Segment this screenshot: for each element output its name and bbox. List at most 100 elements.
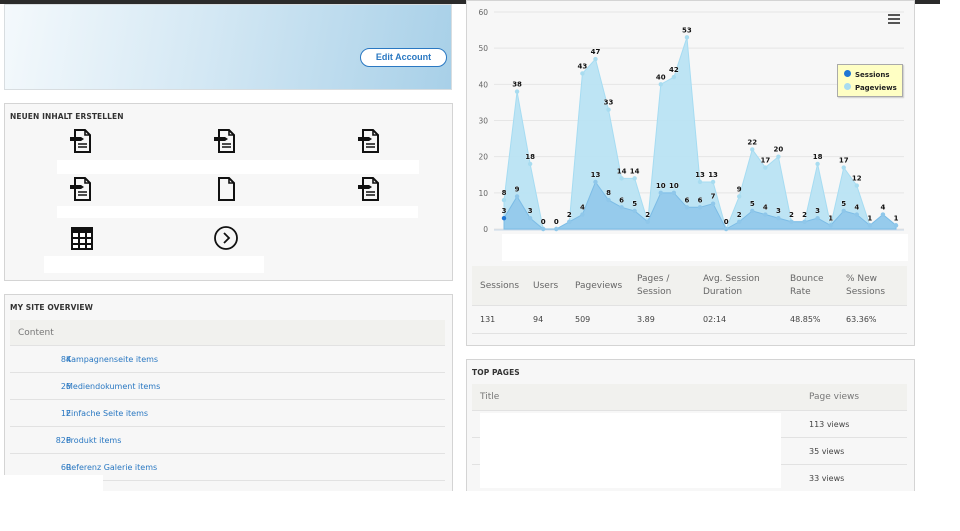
item-link[interactable]: Kampagnenseite items <box>66 346 158 373</box>
sessions-data-label: 1 <box>828 214 833 222</box>
pageviews-data-label: 14 <box>617 167 627 175</box>
legend-sessions[interactable]: Sessions <box>844 70 889 79</box>
sessions-point <box>880 212 886 217</box>
sessions-point <box>684 205 690 210</box>
pageviews-data-label: 13 <box>708 171 718 179</box>
stats-value: 63.36% <box>846 315 877 324</box>
sessions-data-label: 1 <box>894 214 899 222</box>
sessions-point <box>567 219 572 224</box>
table-icon[interactable] <box>69 225 95 251</box>
document-edit-icon[interactable] <box>357 176 383 202</box>
pageviews-point <box>632 176 637 181</box>
document-edit-icon[interactable] <box>69 176 95 202</box>
pageviews-data-label: 18 <box>813 153 823 161</box>
arrow-circle-right-icon[interactable] <box>213 225 239 251</box>
sessions-point <box>658 190 663 196</box>
pageviews-data-label: 47 <box>591 48 601 56</box>
sessions-data-label: 8 <box>606 189 611 197</box>
pageviews-data-label: 53 <box>682 26 692 34</box>
sessions-data-label: 4 <box>880 204 885 212</box>
pageviews-data-label: 22 <box>747 138 757 146</box>
sessions-data-label: 6 <box>698 196 703 204</box>
pageviews-data-label: 20 <box>774 146 784 154</box>
sessions-data-label: 3 <box>502 207 507 215</box>
sessions-data-label: 2 <box>737 211 742 219</box>
sessions-point <box>776 215 781 221</box>
sessions-data-label: 3 <box>815 207 820 215</box>
sessions-point <box>841 208 846 214</box>
sessions-point <box>697 205 703 210</box>
overview-item[interactable]: 12 Einfache Seite items <box>10 400 445 427</box>
sessions-data-label: 4 <box>763 204 768 212</box>
y-tick-label: 40 <box>478 80 488 89</box>
sessions-data-label: 1 <box>867 214 872 222</box>
sessions-data-label: 3 <box>776 207 781 215</box>
legend-pageviews[interactable]: Pageviews <box>844 83 897 92</box>
divider <box>472 333 907 334</box>
stats-value: 509 <box>575 315 591 324</box>
sessions-data-label: 6 <box>619 196 624 204</box>
pageviews-point <box>606 107 611 112</box>
stats-value: 3.89 <box>637 315 655 324</box>
redacted-labels <box>57 160 419 174</box>
sessions-point <box>789 219 794 224</box>
overview-item[interactable]: 826 Produkt items <box>10 427 445 454</box>
sessions-data-label: 9 <box>515 185 520 193</box>
y-tick-label: 20 <box>478 153 488 162</box>
sessions-point <box>580 212 585 217</box>
document-edit-icon[interactable] <box>69 128 95 154</box>
item-link[interactable]: Produkt items <box>66 427 121 454</box>
item-link[interactable]: Einfache Seite items <box>66 400 148 427</box>
pageviews-point <box>527 161 533 167</box>
legend-pageviews-label: Pageviews <box>855 84 897 92</box>
pageviews-point <box>750 147 755 152</box>
pageviews-point <box>580 71 585 76</box>
y-tick-label: 60 <box>478 8 488 17</box>
sessions-data-label: 10 <box>656 182 666 190</box>
sessions-point <box>867 223 873 228</box>
edit-account-button[interactable]: Edit Account <box>360 48 447 67</box>
pageviews-data-label: 33 <box>604 99 614 107</box>
item-link[interactable]: Mediendokument items <box>66 373 160 400</box>
pageviews-point <box>841 165 846 170</box>
page-bottom <box>0 491 460 531</box>
sessions-data-label: 5 <box>750 200 755 208</box>
sessions-data-label: 2 <box>789 211 794 219</box>
stats-header: % New Sessions <box>846 274 886 297</box>
sessions-point <box>645 219 650 224</box>
sessions-point <box>763 212 768 217</box>
sessions-point <box>593 179 598 185</box>
sessions-data-label: 6 <box>684 196 689 204</box>
overview-item[interactable]: 84 Kampagnenseite items <box>10 346 445 373</box>
legend-sessions-dot <box>844 70 851 77</box>
chart-menu-icon[interactable] <box>888 14 900 24</box>
pageviews-point <box>514 89 520 94</box>
site-overview-title: MY SITE OVERVIEW <box>10 303 94 312</box>
sessions-point <box>737 219 742 224</box>
sessions-point <box>632 208 637 214</box>
sessions-data-label: 4 <box>580 204 585 212</box>
overview-item[interactable]: 26 Mediendokument items <box>10 373 445 400</box>
blank-document-icon[interactable] <box>213 176 239 202</box>
pageviews-point <box>710 179 716 185</box>
sessions-data-label: 13 <box>591 171 601 179</box>
sessions-point <box>501 215 507 221</box>
pageviews-data-label: 14 <box>630 167 640 175</box>
pageviews-point <box>619 176 624 181</box>
sessions-point <box>619 205 624 210</box>
pageviews-data-label: 9 <box>737 185 742 193</box>
sessions-point <box>750 208 755 214</box>
pageviews-point <box>593 56 598 62</box>
sessions-point <box>671 190 677 196</box>
pageviews-data-label: 42 <box>669 66 679 74</box>
redacted-titles <box>480 413 781 488</box>
sessions-data-label: 5 <box>841 200 846 208</box>
sessions-data-label: 0 <box>724 218 729 226</box>
document-edit-icon[interactable] <box>213 128 239 154</box>
pageviews-data-label: 18 <box>525 153 535 161</box>
y-tick-label: 10 <box>478 189 488 198</box>
document-edit-icon[interactable] <box>357 128 383 154</box>
pageviews-data-label: 38 <box>512 81 522 89</box>
sessions-point <box>893 223 899 228</box>
sessions-point <box>527 215 533 221</box>
